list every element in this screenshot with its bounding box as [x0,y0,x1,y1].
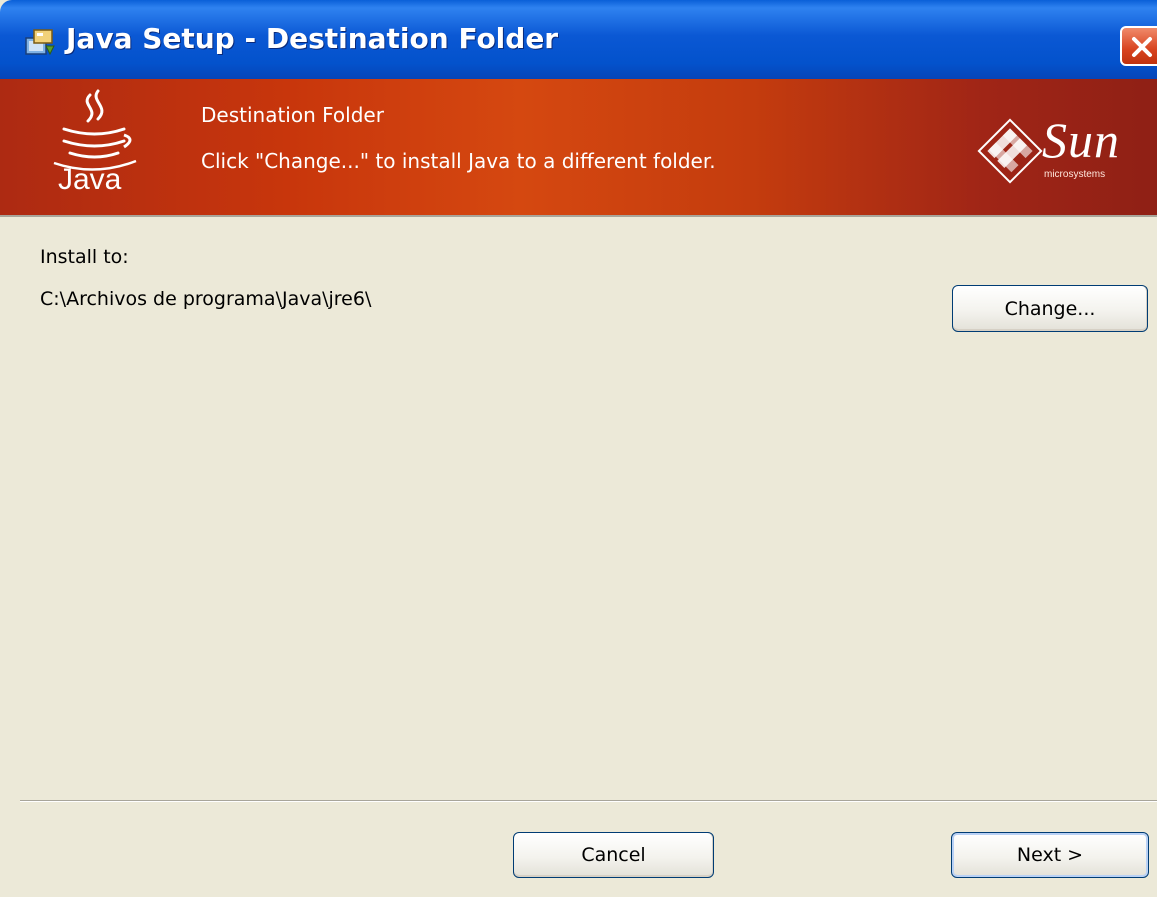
window-title: Java Setup - Destination Folder [66,22,559,55]
footer-divider-highlight [20,801,1157,802]
banner-subtitle: Click "Change..." to install Java to a d… [201,149,716,173]
banner-divider [0,215,1157,217]
title-bar[interactable]: Java Setup - Destination Folder [0,0,1157,79]
installer-window: Java Setup - Destination Folder Java Des… [0,0,1157,897]
close-button[interactable] [1120,26,1157,66]
header-banner: Java Destination Folder Click "Change...… [0,79,1157,215]
change-button[interactable]: Change... [952,285,1148,332]
close-icon [1132,37,1152,57]
sun-logo-subtext: microsystems [1044,169,1106,180]
cancel-button[interactable]: Cancel [513,832,714,878]
sun-logo-text: Sun [1042,112,1120,168]
next-button[interactable]: Next > [951,832,1149,878]
install-to-label: Install to: [40,246,129,268]
install-path-text: C:\Archivos de programa\Java\jre6\ [40,288,372,310]
java-logo-text: Java [58,163,122,196]
banner-title: Destination Folder [201,103,384,127]
installer-icon [24,28,56,58]
